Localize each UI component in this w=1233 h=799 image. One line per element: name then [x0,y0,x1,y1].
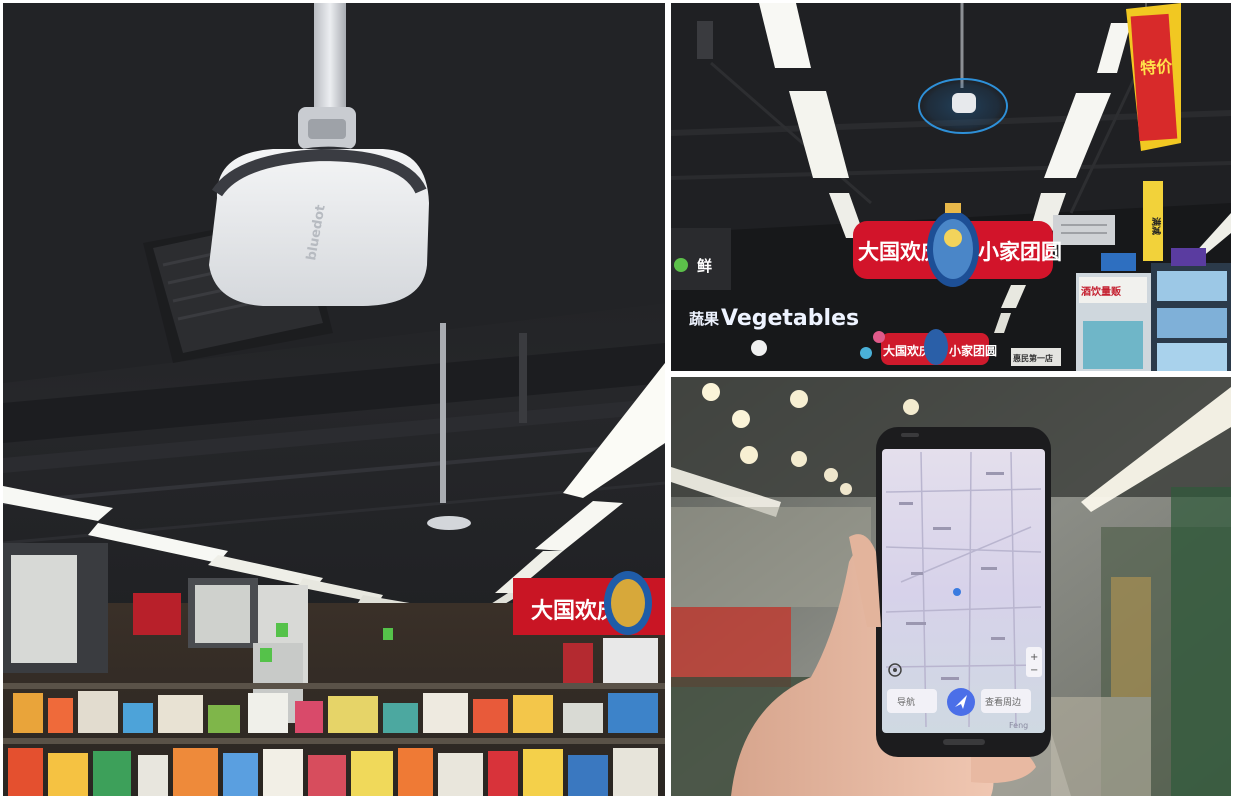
svg-text:+: + [1030,652,1038,663]
distant-beacon [427,516,471,530]
phone-map-photo: + − 导航 查看周边 Feng [671,377,1231,796]
svg-text:惠民第一店: 惠民第一店 [1013,353,1053,363]
svg-text:满减: 满减 [1150,217,1162,235]
svg-text:导航: 导航 [897,696,915,708]
svg-text:Vegetables: Vegetables [721,306,859,331]
svg-text:−: − [1030,665,1038,676]
svg-text:酒饮量贩: 酒饮量贩 [1081,285,1122,298]
fresh-food-sign: 鲜 [671,228,731,290]
home-bar [943,739,985,745]
svg-text:Feng: Feng [1009,721,1028,730]
air-conditioner [1053,215,1115,245]
phone-map-scene: + − 导航 查看周边 Feng [671,377,1231,796]
bluetooth-beacon: bluedot [209,146,429,306]
mount-pole [314,3,346,115]
svg-text:鲜: 鲜 [697,257,712,275]
location-dot [953,588,961,596]
yellow-side-sign: 满减 [1143,181,1163,261]
ceiling-beacon-photo: bluedot 大国欢庆 [3,3,665,796]
ceiling-beacon-scene: bluedot 大国欢庆 [3,3,665,796]
supermarket-ceiling-photo: 特价 满减 大国欢庆 小家团圆 大国欢庆 小家团圆 鲜 蔬果 Vegetable… [671,3,1231,371]
smartphone: + − 导航 查看周边 Feng [876,427,1051,757]
svg-text:特价: 特价 [1140,57,1174,78]
svg-text:小家团圆: 小家团圆 [978,240,1062,264]
svg-text:蔬果: 蔬果 [689,310,720,328]
svg-text:小家团圆: 小家团圆 [949,343,997,358]
svg-text:查看周边: 查看周边 [985,696,1021,708]
festival-banner-distant: 大国欢庆 小家团圆 [881,329,997,365]
svg-text:大国欢庆: 大国欢庆 [883,343,931,358]
vegetables-neon-sign: 蔬果 Vegetables [689,306,859,331]
speaker [697,21,713,59]
supermarket-ceiling-scene: 特价 满减 大国欢庆 小家团圆 大国欢庆 小家团圆 鲜 蔬果 Vegetable… [671,3,1231,371]
